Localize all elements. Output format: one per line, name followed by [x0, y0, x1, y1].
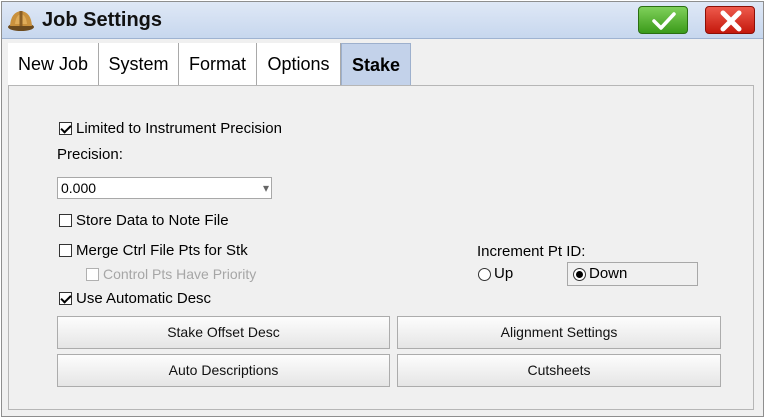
auto-desc-label[interactable]: Use Automatic Desc [76, 290, 211, 307]
precision-input[interactable]: 0.000 ▾ [57, 177, 272, 199]
stake-offset-desc-button[interactable]: Stake Offset Desc [57, 316, 390, 349]
dropdown-arrow-icon[interactable]: ▾ [263, 178, 269, 198]
precision-label: Precision: [57, 146, 123, 163]
store-note-checkbox[interactable] [59, 214, 72, 227]
tab-stake[interactable]: Stake [341, 43, 411, 87]
close-button[interactable] [705, 6, 755, 34]
tab-system[interactable]: System [99, 43, 179, 87]
alignment-settings-button[interactable]: Alignment Settings [397, 316, 721, 349]
merge-ctrl-label[interactable]: Merge Ctrl File Pts for Stk [76, 242, 248, 259]
increment-down-box[interactable] [567, 262, 698, 286]
control-priority-label[interactable]: Control Pts Have Priority [103, 266, 256, 282]
precision-value: 0.000 [61, 180, 97, 196]
increment-up-label[interactable]: Up [494, 265, 513, 282]
title-bar: Job Settings [2, 2, 763, 39]
hard-hat-icon [8, 11, 34, 31]
limited-precision-checkbox[interactable] [59, 122, 72, 135]
checkmark-icon [652, 12, 676, 30]
increment-up-radio[interactable] [478, 268, 491, 281]
store-note-label[interactable]: Store Data to Note File [76, 212, 229, 229]
increment-down-label[interactable]: Down [589, 265, 627, 282]
tab-options[interactable]: Options [257, 43, 341, 87]
ok-button[interactable] [638, 6, 688, 34]
auto-desc-checkbox[interactable] [59, 292, 72, 305]
tab-bar: New Job System Format Options Stake [2, 39, 763, 87]
auto-descriptions-button[interactable]: Auto Descriptions [57, 354, 390, 387]
close-icon [720, 10, 742, 32]
increment-pt-id-label: Increment Pt ID: [477, 243, 586, 260]
limited-precision-label[interactable]: Limited to Instrument Precision [76, 120, 282, 137]
control-priority-checkbox[interactable] [86, 268, 99, 281]
merge-ctrl-checkbox[interactable] [59, 244, 72, 257]
tab-new-job[interactable]: New Job [8, 43, 99, 87]
increment-down-radio[interactable] [573, 268, 586, 281]
cutsheets-button[interactable]: Cutsheets [397, 354, 721, 387]
tab-format[interactable]: Format [179, 43, 257, 87]
window-title: Job Settings [42, 9, 163, 31]
